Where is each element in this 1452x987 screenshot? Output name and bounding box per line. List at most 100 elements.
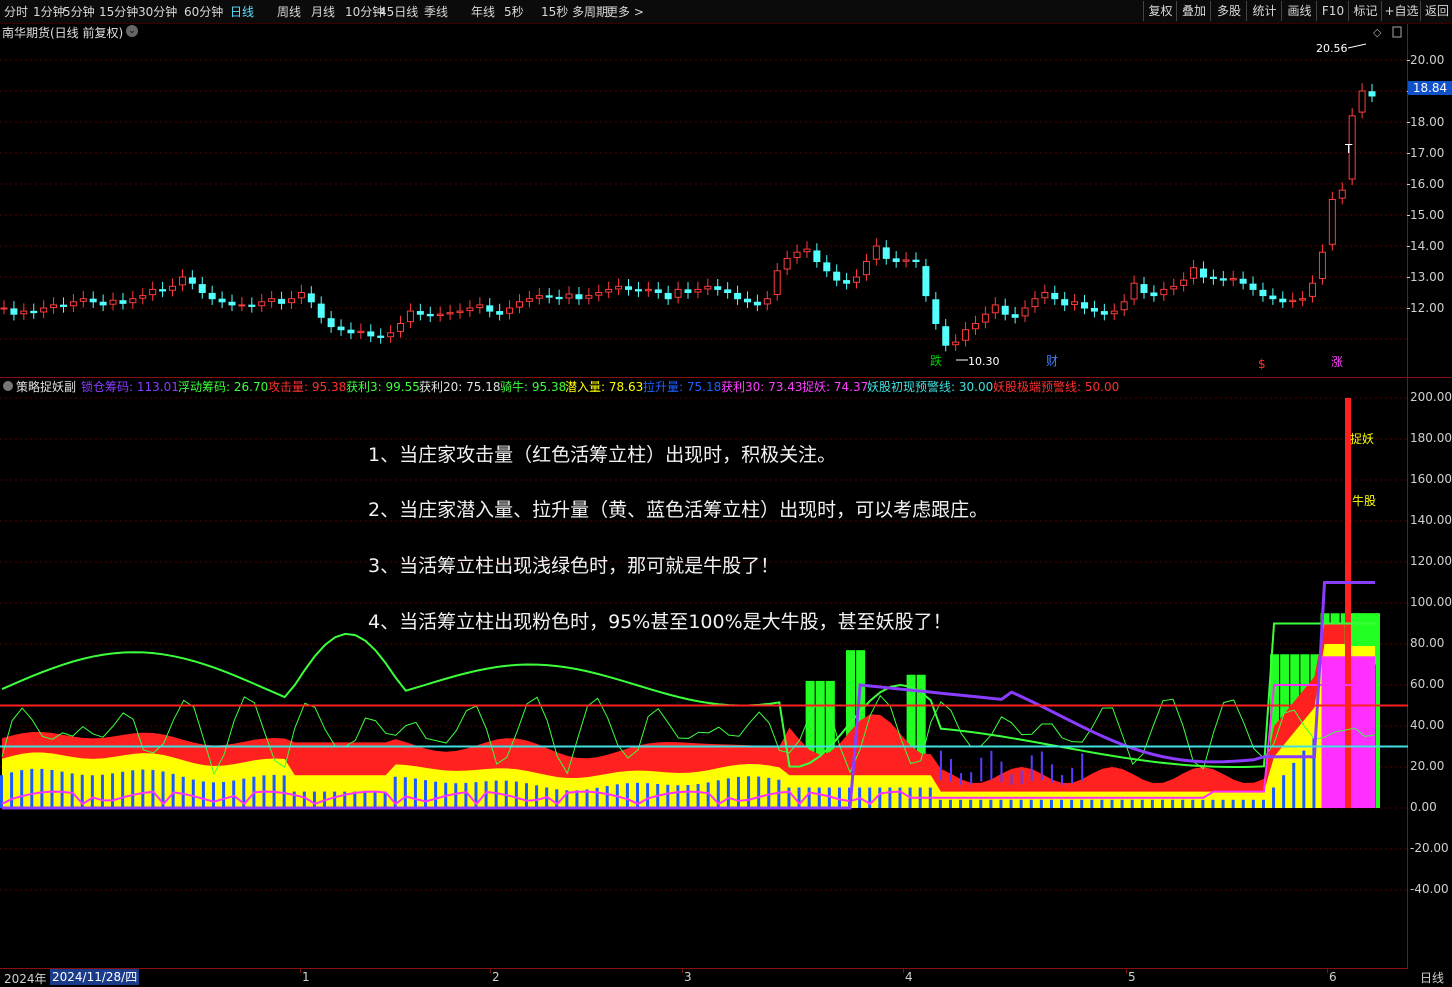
axis-tick-mark <box>1407 122 1410 123</box>
top-toolbar: 分时 1分钟 5分钟 15分钟 30分钟 60分钟 日线 周线 月线 10分钟 45日线 季线 年线 5秒… <box>0 0 1452 24</box>
candle-body <box>773 270 781 296</box>
tab-3[interactable]: 15分钟 <box>99 3 138 20</box>
candle-body <box>605 288 613 293</box>
marker-3: 涨 <box>1331 354 1343 369</box>
price-candles: 20.56 10.30 跌 财 $ 涨 T ◇ <box>0 26 1408 371</box>
candle-body <box>634 289 642 292</box>
lift-volume-bar <box>757 776 761 808</box>
candle-body <box>59 304 67 307</box>
toolbar-button-1[interactable]: 叠加 <box>1176 1 1211 21</box>
tab-15[interactable]: 多周期 <box>572 3 608 20</box>
candle-body <box>377 335 385 338</box>
toolbar-button-5[interactable]: F10 <box>1316 1 1349 21</box>
period-label[interactable]: 日线 <box>1420 969 1444 986</box>
note-4: 4、当活筹立柱出现粉色时，95%甚至100%是大牛股，甚至妖股了！ <box>368 611 952 633</box>
candle-body <box>466 307 474 312</box>
tab-5[interactable]: 60分钟 <box>184 3 223 20</box>
candle-body <box>783 257 791 270</box>
month-tick-mark <box>1126 969 1127 973</box>
candle-body <box>397 323 405 332</box>
candle-body <box>753 301 761 306</box>
tab-14[interactable]: 15秒 <box>541 3 568 20</box>
purple-stripe <box>1050 764 1053 783</box>
tab-16[interactable]: 更多 > <box>606 3 644 20</box>
candle-body <box>1219 278 1227 281</box>
candle-body <box>1061 299 1069 306</box>
candle-body <box>1041 292 1049 299</box>
lift-volume-bar <box>676 785 680 808</box>
lift-volume-bar <box>1100 799 1104 808</box>
tab-2[interactable]: 5分钟 <box>63 3 95 20</box>
month-label: 4 <box>905 970 913 984</box>
lift-volume-bar <box>1160 799 1164 808</box>
candle-body <box>585 295 593 299</box>
candle-body <box>922 266 930 297</box>
lift-volume-bar <box>999 799 1003 808</box>
tab-4[interactable]: 30分钟 <box>138 3 177 20</box>
candle-body <box>1021 307 1029 317</box>
month-tick-mark <box>903 969 904 973</box>
candle-body <box>317 303 325 318</box>
purple-stripe <box>1030 755 1033 782</box>
candle-body <box>446 312 454 315</box>
candle-body <box>129 298 137 304</box>
indicator-tick: 0.00 <box>1410 800 1437 814</box>
toolbar-button-4[interactable]: 画线 <box>1281 1 1317 21</box>
candle-body <box>307 293 315 303</box>
tab-8[interactable]: 月线 <box>311 3 335 20</box>
purple-stripe <box>1040 751 1043 781</box>
tag-zhuoyao: 捉妖 <box>1350 432 1375 446</box>
toolbar-button-2[interactable]: 多股 <box>1210 1 1247 21</box>
lift-volume-bar <box>605 786 609 808</box>
price-tick: 14.00 <box>1410 239 1445 253</box>
candle-body <box>644 288 652 292</box>
lift-volume-bar <box>686 785 690 808</box>
lift-volume-bar <box>948 799 952 808</box>
lift-volume-bar <box>201 781 205 808</box>
toolbar-button-0[interactable]: 复权 <box>1143 1 1177 21</box>
candle-body <box>1358 90 1366 113</box>
toolbar-button-3[interactable]: 统计 <box>1246 1 1282 21</box>
candle-body <box>743 298 751 303</box>
tab-12[interactable]: 年线 <box>471 3 495 20</box>
price-tick: 17.00 <box>1410 146 1445 160</box>
candle-body <box>297 292 305 299</box>
candle-body <box>615 285 623 290</box>
toolbar-button-6[interactable]: 标记 <box>1348 1 1382 21</box>
lift-volume-bar <box>1251 799 1255 808</box>
marker-0: 跌 <box>930 353 942 368</box>
candle-body <box>506 307 514 314</box>
lift-volume-bar <box>191 779 195 808</box>
note-1: 1、当庄家攻击量（红色活筹立柱）出现时，积极关注。 <box>368 444 837 466</box>
candle-body <box>674 288 682 298</box>
tab-0[interactable]: 分时 <box>4 3 28 20</box>
candle-body <box>962 329 970 341</box>
tab-7[interactable]: 周线 <box>277 3 301 20</box>
candle-body <box>248 304 256 307</box>
panel-toggle-icon <box>1392 26 1402 38</box>
toolbar-button-7[interactable]: +自选 <box>1381 1 1421 21</box>
price-tick: 16.00 <box>1410 177 1445 191</box>
candle-body <box>79 298 87 302</box>
tab-1[interactable]: 1分钟 <box>33 3 65 20</box>
note-3: 3、当活筹立柱出现浅绿色时，那可就是牛股了！ <box>368 555 780 577</box>
tab-11[interactable]: 季线 <box>424 3 448 20</box>
tab-13[interactable]: 5秒 <box>504 3 524 20</box>
candle-body <box>258 301 266 307</box>
candle-body <box>823 262 831 272</box>
lift-volume-bar <box>151 769 155 808</box>
candle-body <box>208 292 216 300</box>
tab-6[interactable]: 日线 <box>230 3 254 20</box>
marker-4: T <box>1344 142 1353 156</box>
toolbar-button-8[interactable]: 返回 <box>1420 1 1452 21</box>
candle-body <box>1209 276 1217 280</box>
candle-body <box>347 329 355 334</box>
candle-body <box>278 298 286 304</box>
lift-volume-bar <box>1019 799 1023 808</box>
candle-body <box>704 285 712 290</box>
month-label: 6 <box>1329 970 1337 984</box>
candle-body <box>1100 311 1108 315</box>
candle-body <box>169 285 177 291</box>
tab-10[interactable]: 45日线 <box>379 3 418 20</box>
candle-body <box>436 313 444 317</box>
